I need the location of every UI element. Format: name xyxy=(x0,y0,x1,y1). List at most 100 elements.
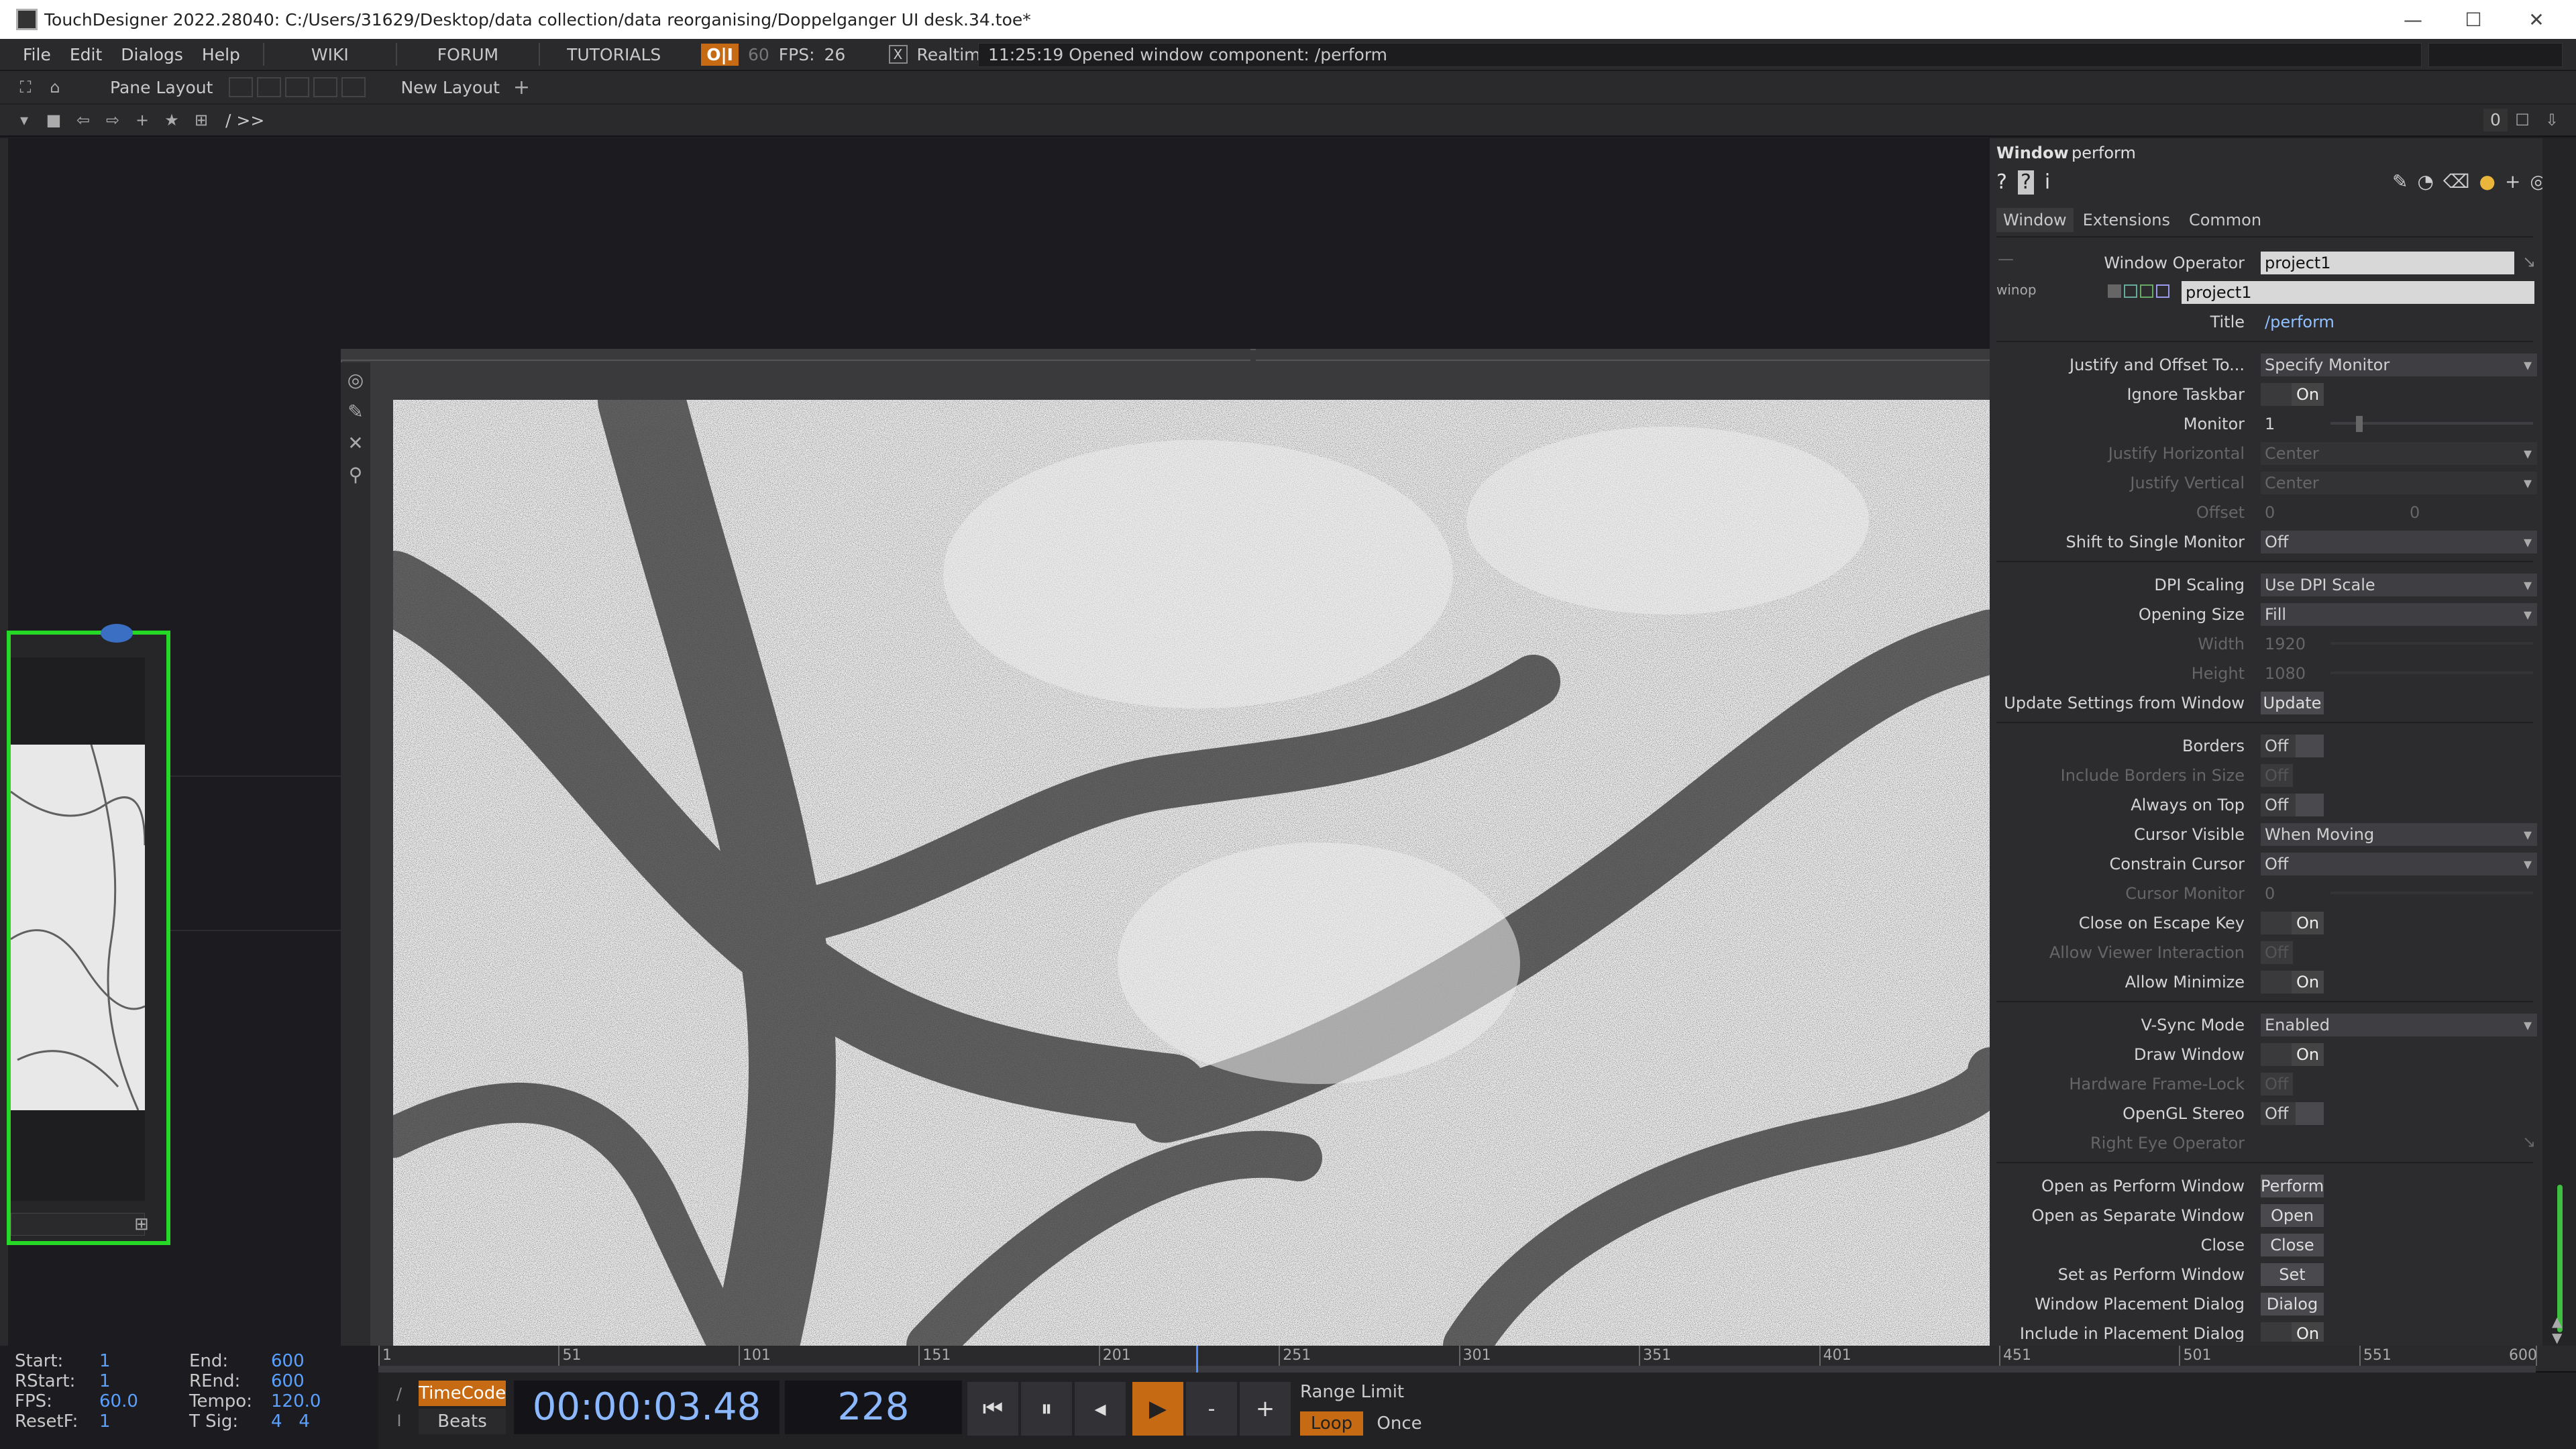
eraser-icon[interactable]: ⌫ xyxy=(2443,170,2470,193)
step-minus-button[interactable]: - xyxy=(1186,1382,1237,1436)
scrollbar-thumb[interactable] xyxy=(2557,1185,2563,1332)
monitor-field[interactable]: 1 xyxy=(2261,413,2328,435)
pane-expand-icon[interactable]: ⛶ xyxy=(15,76,36,98)
pane-split-icon[interactable]: ⇩ xyxy=(2541,109,2563,131)
ignore-taskbar-toggle[interactable]: On xyxy=(2261,383,2324,406)
timecode-mode-button[interactable]: TimeCode xyxy=(419,1381,506,1406)
close-on-escape-toggle[interactable]: On xyxy=(2261,912,2324,934)
opening-size-dropdown[interactable]: Fill xyxy=(2261,603,2537,626)
wiki-link[interactable]: WIKI xyxy=(262,43,396,66)
tab-extensions[interactable]: Extensions xyxy=(2074,208,2180,232)
vsync-dropdown[interactable]: Enabled xyxy=(2261,1014,2537,1036)
step-plus-button[interactable]: + xyxy=(1240,1382,1291,1436)
maximize-button[interactable]: ☐ xyxy=(2442,0,2505,39)
back-icon[interactable]: ⇦ xyxy=(72,109,94,131)
stop-icon[interactable]: ■ xyxy=(43,109,64,131)
operator-link-icon[interactable]: ↘ xyxy=(2522,252,2536,271)
winop-field[interactable]: project1 xyxy=(2182,281,2534,304)
window-operator-field[interactable]: project1 xyxy=(2261,252,2514,274)
dropdown-icon[interactable]: ▾ xyxy=(13,109,35,131)
perform-button[interactable]: Perform xyxy=(2261,1175,2324,1197)
tab-window[interactable]: Window xyxy=(1996,208,2074,232)
python-help-icon[interactable]: ? xyxy=(2017,170,2034,195)
cursor-visible-dropdown[interactable]: When Moving xyxy=(2261,823,2537,846)
fps-value[interactable]: 60.0 xyxy=(99,1391,138,1411)
once-button[interactable]: Once xyxy=(1366,1411,1433,1436)
tutorials-link[interactable]: TUTORIALS xyxy=(539,43,688,66)
tempo-value[interactable]: 120.0 xyxy=(271,1391,321,1411)
pause-button[interactable]: ⏸ xyxy=(1021,1382,1072,1436)
close-window-button[interactable]: ✕ xyxy=(2505,0,2568,39)
network-icon[interactable]: ⊞ xyxy=(191,109,212,131)
update-button[interactable]: Update xyxy=(2261,692,2324,714)
beats-mode-button[interactable]: Beats xyxy=(419,1409,506,1434)
opengl-stereo-toggle[interactable]: Off xyxy=(2261,1102,2324,1125)
draw-window-toggle[interactable]: On xyxy=(2261,1043,2324,1066)
always-on-top-toggle[interactable]: Off xyxy=(2261,794,2324,816)
node-viewer-icon[interactable] xyxy=(101,624,133,643)
op-name[interactable]: perform xyxy=(2072,144,2136,162)
help-icon[interactable]: ? xyxy=(1996,170,2007,195)
timeline-mode-icons[interactable]: / I xyxy=(389,1381,409,1434)
viewer-pin-icon[interactable]: ✎ xyxy=(341,400,370,423)
viewer-image[interactable] xyxy=(393,400,1991,1346)
scroll-up-icon[interactable]: ▲ xyxy=(2552,1313,2562,1330)
start-value[interactable]: 1 xyxy=(99,1351,111,1371)
tsig-value[interactable]: 4 4 xyxy=(271,1411,310,1432)
allow-minimize-toggle[interactable]: On xyxy=(2261,971,2324,994)
menu-file[interactable]: File xyxy=(13,45,60,64)
search-field[interactable] xyxy=(2428,43,2563,67)
dialog-button[interactable]: Dialog xyxy=(2261,1293,2324,1316)
menu-dialogs[interactable]: Dialogs xyxy=(111,45,193,64)
borders-toggle[interactable]: Off xyxy=(2261,735,2324,757)
add-layout-icon[interactable]: + xyxy=(513,76,530,99)
oi-toggle[interactable]: O|I xyxy=(701,43,739,66)
comment-icon[interactable]: ◔ xyxy=(2417,170,2433,193)
close-button[interactable]: Close xyxy=(2261,1234,2324,1256)
tab-common[interactable]: Common xyxy=(2180,208,2271,232)
step-back-button[interactable]: ◂ xyxy=(1075,1382,1126,1436)
node-add-icon[interactable]: ⊞ xyxy=(134,1214,154,1234)
justify-offset-dropdown[interactable]: Specify Monitor xyxy=(2261,354,2537,376)
resetf-value[interactable]: 1 xyxy=(99,1411,111,1432)
timeline-playhead[interactable] xyxy=(1195,1346,1198,1373)
monitor-slider-handle[interactable] xyxy=(2356,416,2363,432)
shift-single-monitor-dropdown[interactable]: Off xyxy=(2261,531,2537,553)
counter-box[interactable]: 0 xyxy=(2483,109,2508,131)
network-path[interactable]: / >> xyxy=(225,111,264,130)
viewer-target-icon[interactable]: ◎ xyxy=(341,369,370,391)
title-field[interactable]: /perform xyxy=(2261,311,2514,333)
open-button[interactable]: Open xyxy=(2261,1204,2324,1227)
add-param-icon[interactable]: + xyxy=(2505,170,2520,193)
viewer-lock-icon[interactable]: ⚲ xyxy=(341,464,370,486)
viewer-tab-right[interactable] xyxy=(1256,349,1991,361)
info-icon[interactable]: i xyxy=(2045,170,2050,195)
pane-layout-presets[interactable] xyxy=(229,77,366,97)
timeline-track[interactable] xyxy=(378,1366,2536,1373)
dpi-scaling-dropdown[interactable]: Use DPI Scale xyxy=(2261,574,2537,596)
include-placement-toggle[interactable]: On xyxy=(2261,1322,2324,1342)
realtime-checkbox[interactable]: X xyxy=(888,45,908,64)
winop-flags[interactable] xyxy=(2108,284,2169,298)
rewind-button[interactable]: ⏮ xyxy=(967,1382,1018,1436)
menu-edit[interactable]: Edit xyxy=(60,45,111,64)
node-input-field[interactable] xyxy=(11,1213,145,1236)
pane-home-icon[interactable]: ⌂ xyxy=(44,76,66,98)
timecode-display[interactable]: 00:00:03.48 xyxy=(514,1381,780,1434)
viewer-tab-left[interactable] xyxy=(341,349,1250,361)
play-button[interactable]: ▶ xyxy=(1132,1382,1183,1436)
minimize-button[interactable]: — xyxy=(2381,0,2445,39)
rstart-value[interactable]: 1 xyxy=(99,1371,111,1391)
pane-maximize-icon[interactable]: ☐ xyxy=(2512,109,2533,131)
new-layout-button[interactable]: New Layout xyxy=(400,78,499,97)
forum-link[interactable]: FORUM xyxy=(395,43,539,66)
set-button[interactable]: Set xyxy=(2261,1263,2324,1286)
rend-value[interactable]: 600 xyxy=(271,1371,305,1391)
frame-display[interactable]: 228 xyxy=(785,1381,962,1434)
python-icon[interactable]: ● xyxy=(2479,170,2496,193)
timeline-ruler[interactable]: 1 51 101 151 201 251 301 351 401 451 501 551 600 xyxy=(378,1346,2576,1373)
plus-icon[interactable]: + xyxy=(131,109,153,131)
viewer-close-icon[interactable]: ✕ xyxy=(341,432,370,454)
parameter-scrollbar[interactable]: ▲ ▼ xyxy=(2542,138,2576,1346)
end-value[interactable]: 600 xyxy=(271,1351,305,1371)
